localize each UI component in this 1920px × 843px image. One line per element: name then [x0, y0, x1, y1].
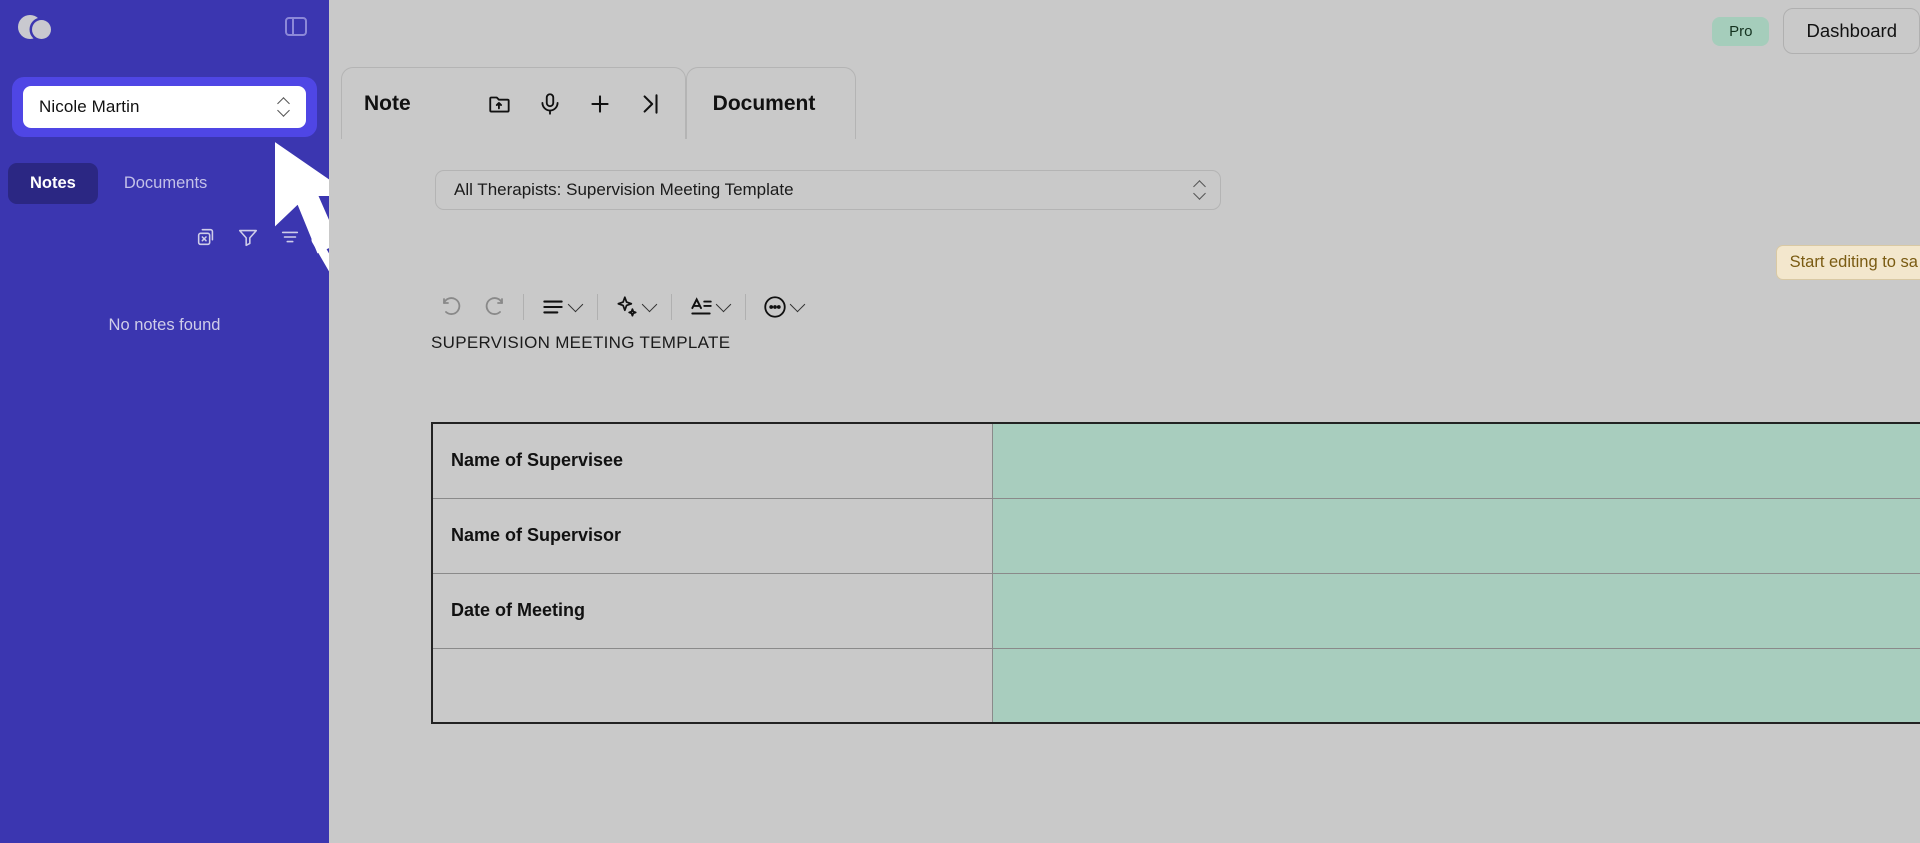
editor-toolbar [429, 288, 813, 326]
tab-document-label: Document [712, 91, 816, 115]
sidebar-tab-notes[interactable]: Notes [8, 163, 98, 204]
align-button[interactable] [530, 294, 591, 320]
sidebar-header [0, 0, 329, 53]
tab-strip: Note Document [341, 67, 857, 139]
table-row [431, 647, 1920, 724]
supervision-table: Name of Supervisee Name of Supervisor Da… [431, 422, 1920, 724]
folder-upload-icon[interactable] [487, 91, 513, 117]
table-cell-value[interactable] [991, 422, 1920, 499]
overlapping-circles-logo-icon [18, 14, 56, 40]
table-row: Name of Supervisee [431, 422, 1920, 499]
table-row: Name of Supervisor [431, 497, 1920, 574]
plus-icon[interactable] [587, 91, 613, 117]
app-root: Nicole Martin Notes Documents No notes f… [0, 0, 1920, 843]
dashboard-button[interactable]: Dashboard [1783, 8, 1920, 54]
table-cell-value[interactable] [991, 647, 1920, 724]
panel-toggle-icon[interactable] [285, 17, 307, 36]
collapse-right-icon[interactable] [637, 91, 663, 117]
microphone-icon[interactable] [537, 91, 563, 117]
text-style-button[interactable] [678, 294, 739, 320]
undo-button[interactable] [429, 295, 473, 319]
toolbar-divider [671, 294, 672, 320]
toolbar-divider [597, 294, 598, 320]
chevron-up-down-icon [279, 96, 290, 118]
save-hint-tooltip: Start editing to sa [1775, 245, 1920, 280]
document-heading: SUPERVISION MEETING TEMPLATE [431, 333, 731, 352]
chevron-up-down-icon [1195, 179, 1206, 201]
table-cell-value[interactable] [991, 572, 1920, 649]
table-row: Date of Meeting [431, 572, 1920, 649]
template-select-value: All Therapists: Supervision Meeting Temp… [454, 180, 794, 199]
main-panel: Pro Dashboard Note Document All Therapis… [329, 0, 1920, 843]
client-selector[interactable]: Nicole Martin [23, 86, 306, 128]
sidebar-tools [0, 204, 329, 248]
sidebar: Nicole Martin Notes Documents No notes f… [0, 0, 329, 843]
sort-lines-icon[interactable] [279, 226, 301, 248]
table-cell-label: Date of Meeting [431, 572, 993, 649]
clear-selection-icon[interactable] [195, 226, 217, 248]
tab-note[interactable]: Note [341, 67, 686, 139]
search-icon[interactable] [290, 177, 305, 192]
chevron-down-icon [641, 296, 658, 313]
redo-button[interactable] [473, 295, 517, 319]
toolbar-divider [523, 294, 524, 320]
table-cell-label [431, 647, 993, 724]
sidebar-tabs: Notes Documents [0, 163, 329, 204]
client-selector-value: Nicole Martin [39, 97, 140, 116]
more-button[interactable] [752, 294, 813, 320]
notes-empty-state: No notes found [108, 316, 221, 334]
chevron-down-icon [789, 296, 806, 313]
template-select[interactable]: All Therapists: Supervision Meeting Temp… [435, 170, 1221, 210]
chevron-down-icon [567, 296, 584, 313]
filter-funnel-icon[interactable] [237, 226, 259, 248]
ai-button[interactable] [604, 294, 665, 320]
header-actions: Pro Dashboard [1712, 8, 1920, 54]
tab-document[interactable]: Document [685, 67, 857, 139]
sidebar-tab-documents[interactable]: Documents [102, 163, 229, 204]
toolbar-divider [745, 294, 746, 320]
client-selector-highlight: Nicole Martin [12, 77, 317, 137]
table-cell-label: Name of Supervisor [431, 497, 993, 574]
table-cell-label: Name of Supervisee [431, 422, 993, 499]
plan-badge: Pro [1712, 16, 1770, 46]
chevron-down-icon [715, 296, 732, 313]
table-cell-value[interactable] [991, 497, 1920, 574]
tab-note-label: Note [364, 91, 411, 115]
note-tab-icons [487, 91, 663, 117]
